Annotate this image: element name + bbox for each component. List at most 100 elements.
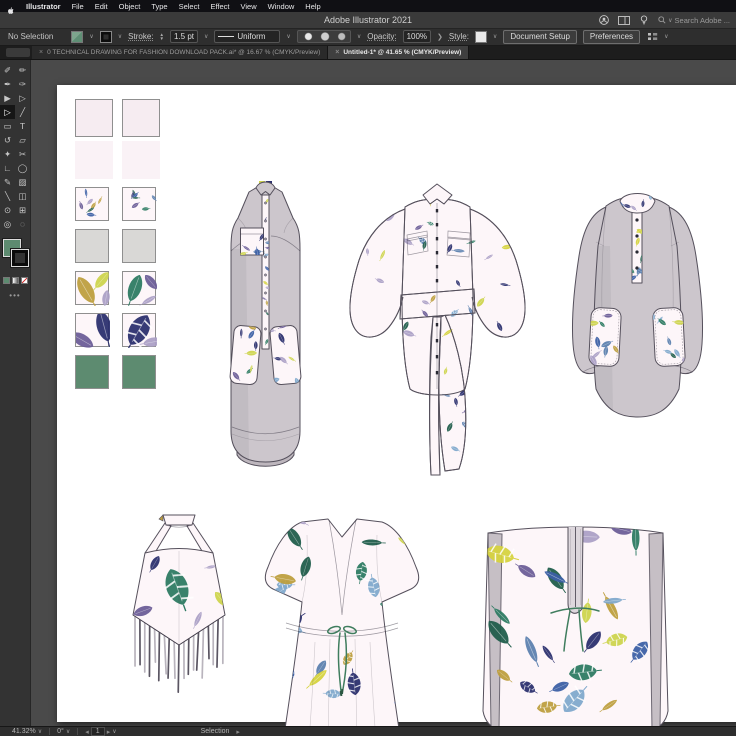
- type-tool-icon[interactable]: T: [15, 119, 30, 133]
- document-tab-1[interactable]: ×0 TECHNICAL DRAWING FOR FASHION DOWNLOA…: [32, 46, 328, 59]
- neck-placket: [568, 527, 583, 613]
- tab-close-icon[interactable]: ×: [39, 49, 43, 56]
- status-expander-icon[interactable]: ▸: [236, 728, 240, 736]
- free-transform-tool-icon[interactable]: ▱: [15, 133, 30, 147]
- garment-boxy-kaftan-top[interactable]: [458, 511, 693, 736]
- menu-view[interactable]: View: [240, 2, 256, 11]
- pen-tool-icon[interactable]: ✒: [0, 77, 15, 91]
- hand-tool-icon[interactable]: ◌: [15, 217, 30, 231]
- discover-lightbulb-icon[interactable]: [638, 15, 650, 25]
- menu-select[interactable]: Select: [179, 2, 200, 11]
- brush-definition-preview[interactable]: [297, 30, 351, 43]
- knife-tool-icon[interactable]: ╲: [0, 189, 15, 203]
- brush-dropdown-icon[interactable]: ∨: [357, 33, 361, 40]
- tab-scroll-stub[interactable]: [6, 48, 30, 57]
- search-adobe-field[interactable]: ∨ Search Adobe ...: [658, 16, 730, 25]
- stroke-panel-link[interactable]: Stroke:: [128, 32, 153, 41]
- smooth-tool-icon[interactable]: ✏: [15, 63, 30, 77]
- rotation-dropdown[interactable]: 0°∨: [57, 728, 70, 735]
- swatch-feather-print-small-b[interactable]: [122, 187, 156, 221]
- arrange-documents-icon[interactable]: [618, 15, 630, 25]
- width-profile-dropdown-icon[interactable]: ∨: [286, 33, 290, 40]
- garment-fringe-halter-top[interactable]: [119, 507, 239, 707]
- apple-menu-icon[interactable]: [7, 2, 15, 10]
- lasso-tool-icon[interactable]: ▷: [15, 91, 30, 105]
- line-segment-tool-icon[interactable]: ╱: [15, 105, 30, 119]
- add-anchor-point-tool-icon[interactable]: ✑: [15, 77, 30, 91]
- swatch-solid-pink-light-b[interactable]: [122, 141, 160, 179]
- artboard-tool-icon[interactable]: ⊞: [15, 203, 30, 217]
- width-tool-icon[interactable]: ◎: [0, 217, 15, 231]
- fill-dropdown-icon[interactable]: ∨: [89, 33, 93, 40]
- preferences-button[interactable]: Preferences: [583, 30, 640, 44]
- color-mode-button[interactable]: [3, 277, 10, 284]
- opacity-expander-icon[interactable]: ❯: [437, 33, 443, 41]
- edit-toolbar-icon[interactable]: •••: [0, 291, 30, 300]
- scissors-tool-icon[interactable]: ✂: [15, 147, 30, 161]
- swatch-solid-gray-texture-b[interactable]: [122, 229, 156, 263]
- stroke-weight-field[interactable]: 1.5 pt: [170, 30, 198, 43]
- swatch-solid-gray-texture-a[interactable]: [75, 229, 109, 263]
- swatch-feather-print-small-a[interactable]: [75, 187, 109, 221]
- shape-builder-tool-icon[interactable]: ◫: [15, 189, 30, 203]
- artboard-canvas[interactable]: [57, 85, 736, 722]
- garment-tie-waist-kaftan[interactable]: [250, 507, 435, 736]
- tab-close-icon[interactable]: ×: [335, 49, 339, 56]
- selection-tool-icon[interactable]: ▶: [0, 91, 15, 105]
- gradient-tool-icon[interactable]: ▨: [15, 175, 30, 189]
- menu-type[interactable]: Type: [151, 2, 167, 11]
- stroke-color-swatch[interactable]: [100, 31, 112, 43]
- rotate-tool-icon[interactable]: ↺: [0, 133, 15, 147]
- account-icon[interactable]: [598, 15, 610, 25]
- paintbrush-tool-icon[interactable]: ✎: [0, 175, 15, 189]
- align-options-icon[interactable]: [646, 32, 658, 42]
- pencil-tool-icon[interactable]: ✐: [0, 63, 15, 77]
- document-tab-2[interactable]: ×Untitled-1* @ 41.65 % (CMYK/Preview): [328, 46, 469, 59]
- stroke-weight-dropdown-icon[interactable]: ∨: [204, 33, 208, 40]
- ellipse-tool-icon[interactable]: ◯: [15, 161, 30, 175]
- zoom-tool-icon[interactable]: ⊙: [0, 203, 15, 217]
- menu-help[interactable]: Help: [305, 2, 320, 11]
- menu-edit[interactable]: Edit: [95, 2, 108, 11]
- swatch-solid-pink-bordered-a[interactable]: [75, 99, 113, 137]
- document-setup-button[interactable]: Document Setup: [503, 30, 577, 44]
- workspace: ✐✏✒✑▶▷▷╱▭T↺▱✦✂∟◯✎▨╲◫⊙⊞◎◌ •••: [0, 59, 736, 736]
- menu-window[interactable]: Window: [268, 2, 295, 11]
- tools-grid: ✐✏✒✑▶▷▷╱▭T↺▱✦✂∟◯✎▨╲◫⊙⊞◎◌: [0, 59, 30, 231]
- rectangle-tool-icon[interactable]: ▭: [0, 119, 15, 133]
- swatch-solid-green-b[interactable]: [122, 355, 156, 389]
- garment-sleeveless-shirt-dress[interactable]: [213, 171, 318, 486]
- none-mode-button[interactable]: [21, 277, 28, 284]
- swatch-feather-print-zoom-a-b[interactable]: [122, 271, 156, 305]
- swatch-feather-print-zoom-b-a[interactable]: [75, 313, 109, 347]
- garment-belted-kimono-top[interactable]: [345, 177, 530, 482]
- menu-illustrator[interactable]: Illustrator: [26, 2, 61, 11]
- fill-color-swatch[interactable]: [71, 31, 83, 43]
- zoom-level-dropdown[interactable]: 41.32%∨: [12, 728, 42, 735]
- swatch-feather-print-zoom-b-b[interactable]: [122, 313, 156, 347]
- menu-object[interactable]: Object: [119, 2, 141, 11]
- swatch-solid-pink-bordered-b[interactable]: [122, 99, 160, 137]
- document-tab-bar: ×0 TECHNICAL DRAWING FOR FASHION DOWNLOA…: [0, 46, 736, 60]
- menu-effect[interactable]: Effect: [210, 2, 229, 11]
- opacity-link[interactable]: Opacity:: [367, 32, 396, 41]
- style-swatch[interactable]: [475, 31, 487, 43]
- style-link[interactable]: Style:: [449, 32, 469, 41]
- menu-file[interactable]: File: [72, 2, 84, 11]
- align-dropdown-icon[interactable]: ∨: [664, 33, 668, 40]
- measure-tool-icon[interactable]: ∟: [0, 161, 15, 175]
- stroke-weight-stepper[interactable]: ▲▼: [160, 33, 164, 40]
- stroke-dropdown-icon[interactable]: ∨: [118, 33, 122, 40]
- swatch-solid-green-a[interactable]: [75, 355, 109, 389]
- variable-width-profile[interactable]: Uniform: [214, 30, 280, 43]
- stroke-color-indicator[interactable]: [11, 249, 29, 267]
- eyedropper-tool-icon[interactable]: ✦: [0, 147, 15, 161]
- opacity-field[interactable]: 100%: [403, 30, 431, 43]
- direct-selection-tool-icon[interactable]: ▷: [0, 105, 15, 119]
- swatch-solid-pink-light-a[interactable]: [75, 141, 113, 179]
- swatch-feather-print-zoom-a-a[interactable]: [75, 271, 109, 305]
- style-dropdown-icon[interactable]: ∨: [493, 33, 497, 40]
- artboard-navigation[interactable]: ◂ 1 ▸∨: [85, 727, 116, 736]
- garment-long-sleeve-tunic-dress[interactable]: [560, 186, 715, 436]
- gradient-mode-button[interactable]: [12, 277, 19, 284]
